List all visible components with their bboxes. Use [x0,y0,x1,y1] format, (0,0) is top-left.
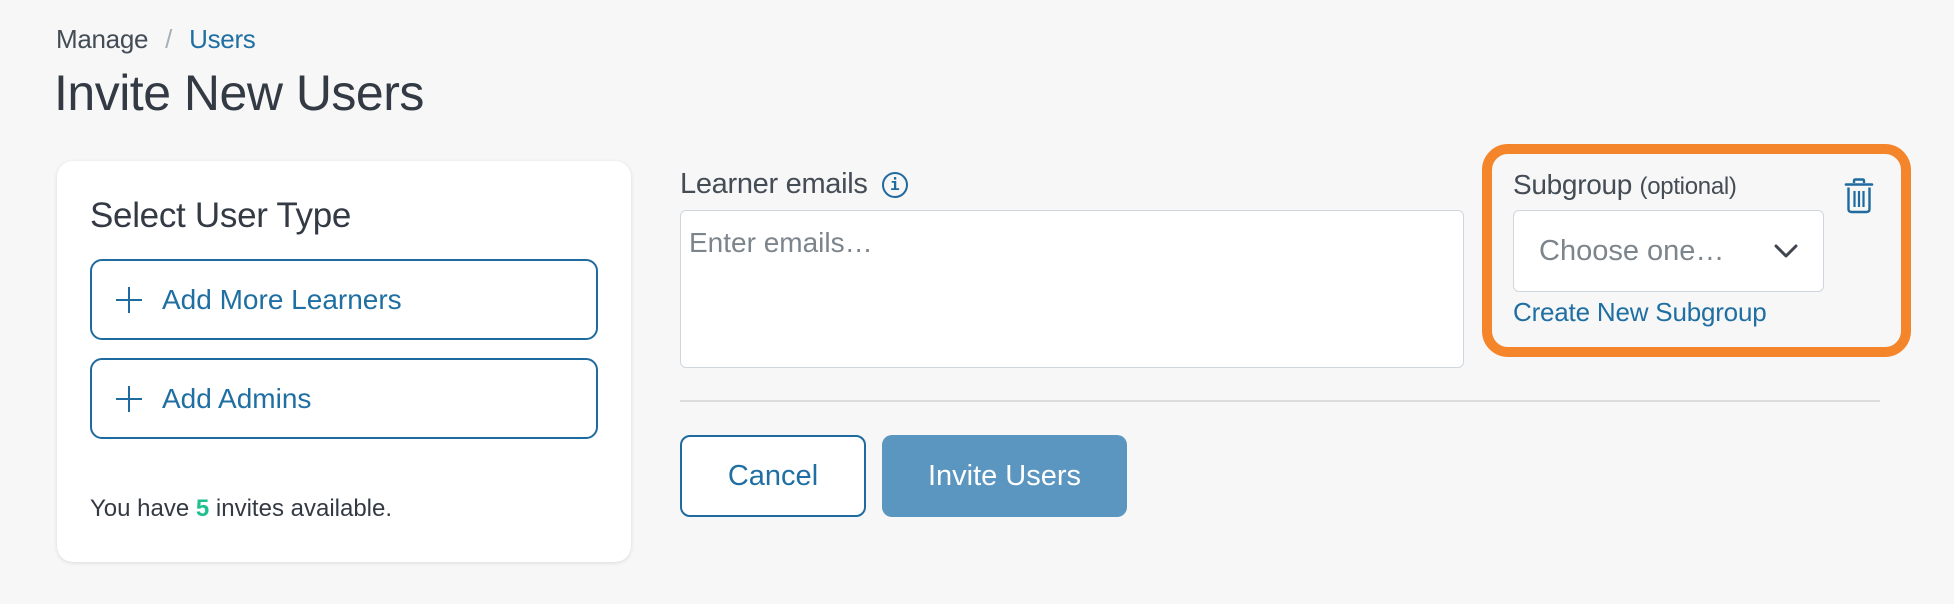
add-admins-button[interactable]: Add Admins [90,358,598,439]
select-user-type-card: Select User Type Add More Learners Add A… [57,161,631,562]
plus-icon [116,385,142,412]
create-new-subgroup-link[interactable]: Create New Subgroup [1513,297,1767,328]
breadcrumb: Manage / Users [56,24,256,55]
page-title: Invite New Users [54,65,424,121]
invites-prefix: You have [90,495,190,522]
learner-emails-label-text: Learner emails [680,168,868,200]
card-title: Select User Type [90,196,352,235]
learner-emails-label: Learner emails i [680,168,908,201]
breadcrumb-separator: / [165,24,173,54]
trash-icon [1844,178,1874,214]
breadcrumb-item-manage: Manage [56,24,149,54]
invites-available-text: You have 5 invites available. [90,495,392,523]
subgroup-label-text: Subgroup [1513,169,1633,200]
invites-count: 5 [195,495,210,522]
chevron-down-icon [1774,244,1798,258]
subgroup-label: Subgroup (optional) [1513,169,1737,201]
button-label: Add Admins [162,382,312,414]
subgroup-select[interactable]: Choose one… [1513,210,1824,292]
delete-subgroup-button[interactable] [1843,178,1875,214]
divider [680,400,1880,402]
cancel-button[interactable]: Cancel [680,435,866,517]
info-icon[interactable]: i [881,171,908,198]
breadcrumb-item-users[interactable]: Users [189,24,256,55]
invites-suffix: invites available. [215,495,393,522]
learner-emails-input[interactable] [680,210,1464,368]
invite-users-button[interactable]: Invite Users [882,435,1127,517]
subgroup-optional-text: (optional) [1639,173,1737,200]
plus-icon [116,286,142,313]
subgroup-select-placeholder: Choose one… [1539,234,1725,267]
button-label: Add More Learners [162,283,402,315]
invite-users-page: Manage / Users Invite New Users Select U… [0,0,1954,604]
add-more-learners-button[interactable]: Add More Learners [90,259,598,340]
